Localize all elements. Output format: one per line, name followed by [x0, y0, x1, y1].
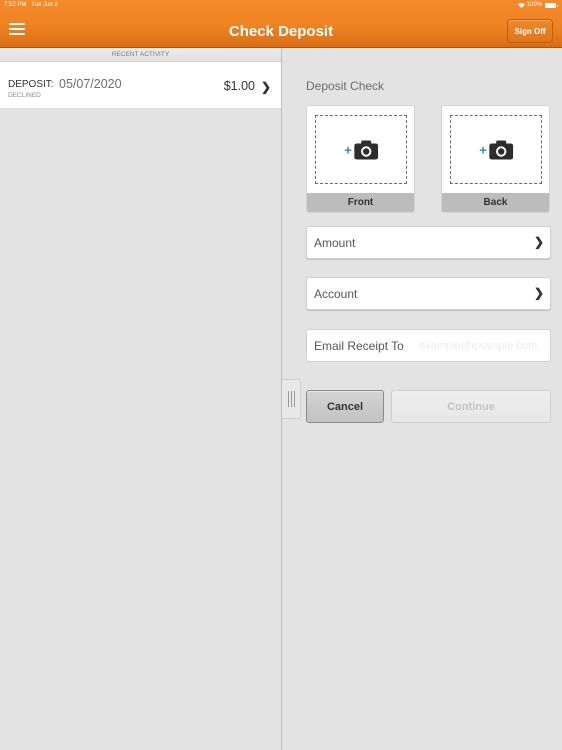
status-bar-right: 100%: [517, 2, 558, 8]
amount-label: Amount: [314, 236, 356, 250]
chevron-right-icon: ❯: [533, 286, 544, 300]
plus-icon: +: [344, 142, 352, 157]
pane-resize-handle[interactable]: [282, 379, 301, 419]
camera-icon: [488, 140, 513, 159]
activity-status: DECLINED: [8, 92, 41, 99]
battery-percent: 100%: [526, 2, 542, 8]
amount-field[interactable]: Amount ❯: [306, 226, 551, 259]
account-label: Account: [314, 287, 358, 301]
status-date: Tue Jun 2: [31, 2, 58, 8]
email-input[interactable]: [419, 338, 547, 354]
recent-activity-pane: RECENT ACTIVITY DEPOSIT: 05/07/2020 DECL…: [0, 48, 281, 750]
page-title: Check Deposit: [228, 23, 334, 40]
status-bar-left: 7:52 PM Tue Jun 2: [4, 2, 58, 8]
account-field[interactable]: Account ❯: [306, 277, 551, 310]
capture-back-label: Back: [442, 193, 549, 212]
continue-button[interactable]: Continue: [391, 390, 551, 423]
activity-list-item[interactable]: DEPOSIT: 05/07/2020 DECLINED $1.00 ❯: [0, 62, 281, 109]
email-receipt-label: Email Receipt To: [314, 339, 404, 353]
capture-frame: +: [315, 115, 407, 184]
battery-icon: [545, 2, 558, 8]
status-time: 7:52 PM: [4, 2, 27, 8]
capture-back-button[interactable]: + Back: [441, 105, 550, 213]
add-camera-icon: +: [344, 140, 378, 159]
deposit-form-pane: Deposit Check + Front + Back Amount ❯ Ac…: [282, 48, 562, 750]
app-header: 7:52 PM Tue Jun 2 100% Check Deposit Sig…: [0, 0, 562, 48]
activity-type: DEPOSIT:: [8, 79, 54, 90]
wifi-icon: [517, 2, 525, 8]
chevron-right-icon: ❯: [533, 235, 544, 249]
section-label: Deposit Check: [306, 79, 385, 93]
email-receipt-field[interactable]: Email Receipt To: [306, 329, 551, 362]
chevron-right-icon: ❯: [260, 80, 271, 94]
sign-off-button[interactable]: Sign Off: [507, 19, 553, 43]
capture-frame: +: [450, 115, 542, 184]
add-camera-icon: +: [479, 140, 513, 159]
recent-activity-header: RECENT ACTIVITY: [0, 48, 281, 62]
capture-front-label: Front: [307, 193, 414, 212]
camera-icon: [353, 140, 378, 159]
activity-amount: $1.00: [223, 79, 255, 93]
activity-date: 05/07/2020: [59, 77, 122, 91]
capture-front-button[interactable]: + Front: [306, 105, 415, 213]
cancel-button[interactable]: Cancel: [306, 390, 384, 423]
plus-icon: +: [479, 142, 487, 157]
